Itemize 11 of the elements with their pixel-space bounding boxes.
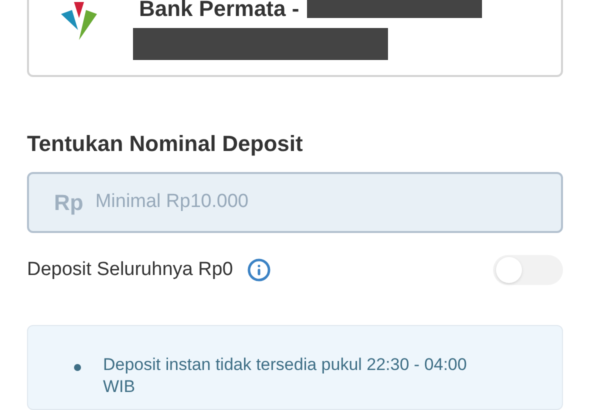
amount-input[interactable]: Minimal Rp10.000 <box>95 188 536 217</box>
bank-card[interactable]: Bank Permata - <box>27 0 563 77</box>
bullet-icon <box>74 364 81 371</box>
toggle-switch[interactable] <box>493 255 563 285</box>
note-text: Deposit instan tidak tersedia pukul 22:30 - 04:00 WIB <box>103 354 468 398</box>
logo-icon <box>61 2 99 40</box>
bank-name: Bank Permata - <box>139 0 300 20</box>
info-icon[interactable] <box>246 258 271 282</box>
currency-prefix: Rp <box>54 189 84 217</box>
deposit-all-label: Deposit Seluruhnya Rp0 <box>27 258 233 282</box>
section-title: Tentukan Nominal Deposit <box>27 130 304 158</box>
